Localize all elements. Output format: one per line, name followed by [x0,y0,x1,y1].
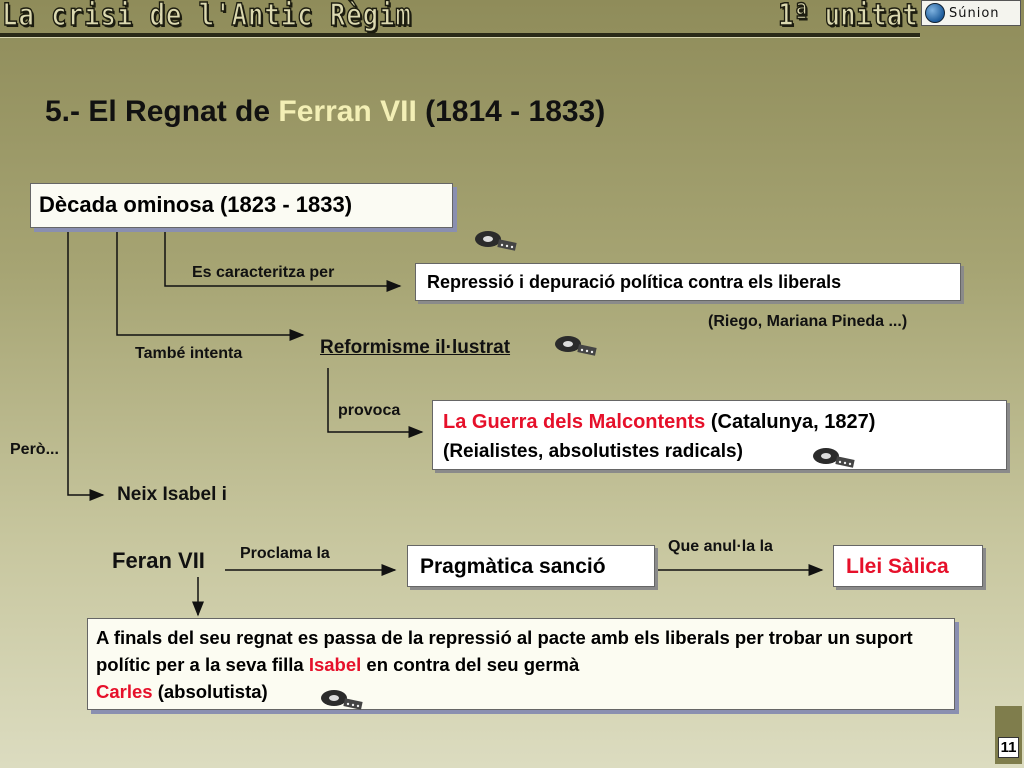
arrow-to-guerra [327,368,424,438]
finals-carles: Carles [96,681,153,702]
label-riego: (Riego, Mariana Pineda ...) [708,313,908,330]
label-provoca: provoca [338,402,401,419]
guerra-place: (Catalunya, 1827) [705,411,876,433]
label-que-anulla: Que anul·la la [668,538,773,555]
label-proclama: Proclama la [240,545,330,562]
arrow-to-reformisme [116,230,305,341]
decada-ominosa-box: Dècada ominosa (1823 - 1833) [30,183,453,228]
label-reformisme: Reformisme il·lustrat [320,337,511,358]
label-es-caracteritza: Es caracteritza per [192,264,335,281]
finals-text-3: (absolutista) [152,681,268,702]
label-pero: Però... [10,441,59,458]
page-number-tab: 11 [995,706,1022,764]
film-reel-icon[interactable] [474,229,518,253]
label-tambe-intenta: També intenta [135,345,243,362]
finals-isabel: Isabel [308,654,362,675]
pragmatica-sancio-box: Pragmàtica sanció [407,545,655,587]
repressio-box: Repressió i depuració política contra el… [415,263,961,301]
film-reel-icon[interactable] [320,688,364,712]
label-feran-vii: Feran VII [112,548,205,573]
guerra-title: La Guerra dels Malcontents [443,411,706,433]
finals-regnat-box: A finals del seu regnat es passa de la r… [87,618,955,710]
label-neix-isabel: Neix Isabel i [117,484,227,505]
llei-salica-box: Llei Sàlica [833,545,983,587]
page-number: 11 [997,737,1020,758]
finals-text-2: en contra del seu germà [361,654,580,675]
film-reel-icon[interactable] [554,334,598,358]
guerra-subtitle: (Reialistes, absolutistes radicals) [443,441,743,462]
guerra-line-1: La Guerra dels Malcontents (Catalunya, 1… [443,407,1006,437]
arrow-to-neix-isabel [67,230,105,501]
film-reel-icon[interactable] [812,446,856,470]
guerra-malcontents-box: La Guerra dels Malcontents (Catalunya, 1… [432,400,1007,470]
